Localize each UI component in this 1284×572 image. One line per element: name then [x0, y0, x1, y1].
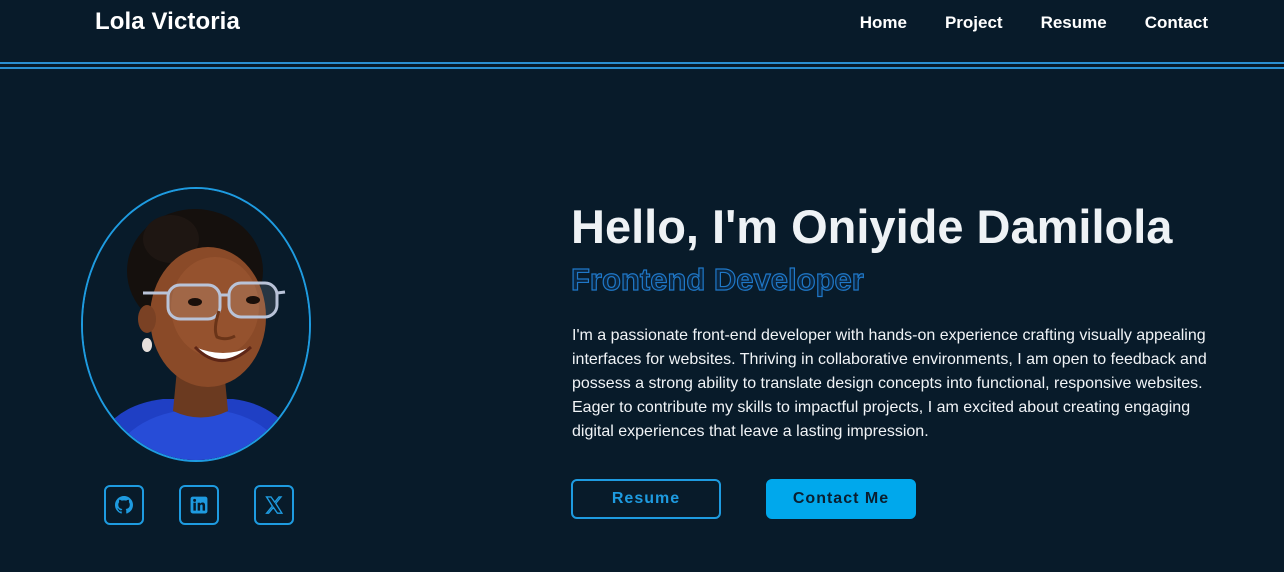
header-divider — [0, 62, 1284, 64]
x-twitter-link[interactable] — [254, 485, 294, 525]
social-links — [104, 485, 294, 525]
github-icon — [115, 496, 133, 514]
hero-bio: I'm a passionate front-end developer wit… — [572, 327, 1207, 440]
linkedin-icon — [190, 496, 208, 514]
linkedin-link[interactable] — [179, 485, 219, 525]
header-divider — [0, 67, 1284, 69]
nav-resume[interactable]: Resume — [1041, 13, 1107, 33]
github-link[interactable] — [104, 485, 144, 525]
nav-home[interactable]: Home — [860, 13, 907, 33]
resume-button[interactable]: Resume — [571, 479, 721, 519]
page: Lola Victoria Home Project Resume Contac… — [0, 0, 1284, 572]
hero-role: Frontend Developer — [570, 261, 864, 297]
profile-photo — [81, 187, 311, 462]
hero-title: Hello, I'm Oniyide Damilola — [571, 200, 1173, 253]
x-twitter-icon — [265, 496, 284, 514]
main-nav: Home Project Resume Contact — [860, 13, 1208, 33]
nav-contact[interactable]: Contact — [1145, 13, 1208, 33]
contact-me-button[interactable]: Contact Me — [766, 479, 916, 519]
nav-project[interactable]: Project — [945, 13, 1003, 33]
brand-logo[interactable]: Lola Victoria — [95, 8, 240, 36]
